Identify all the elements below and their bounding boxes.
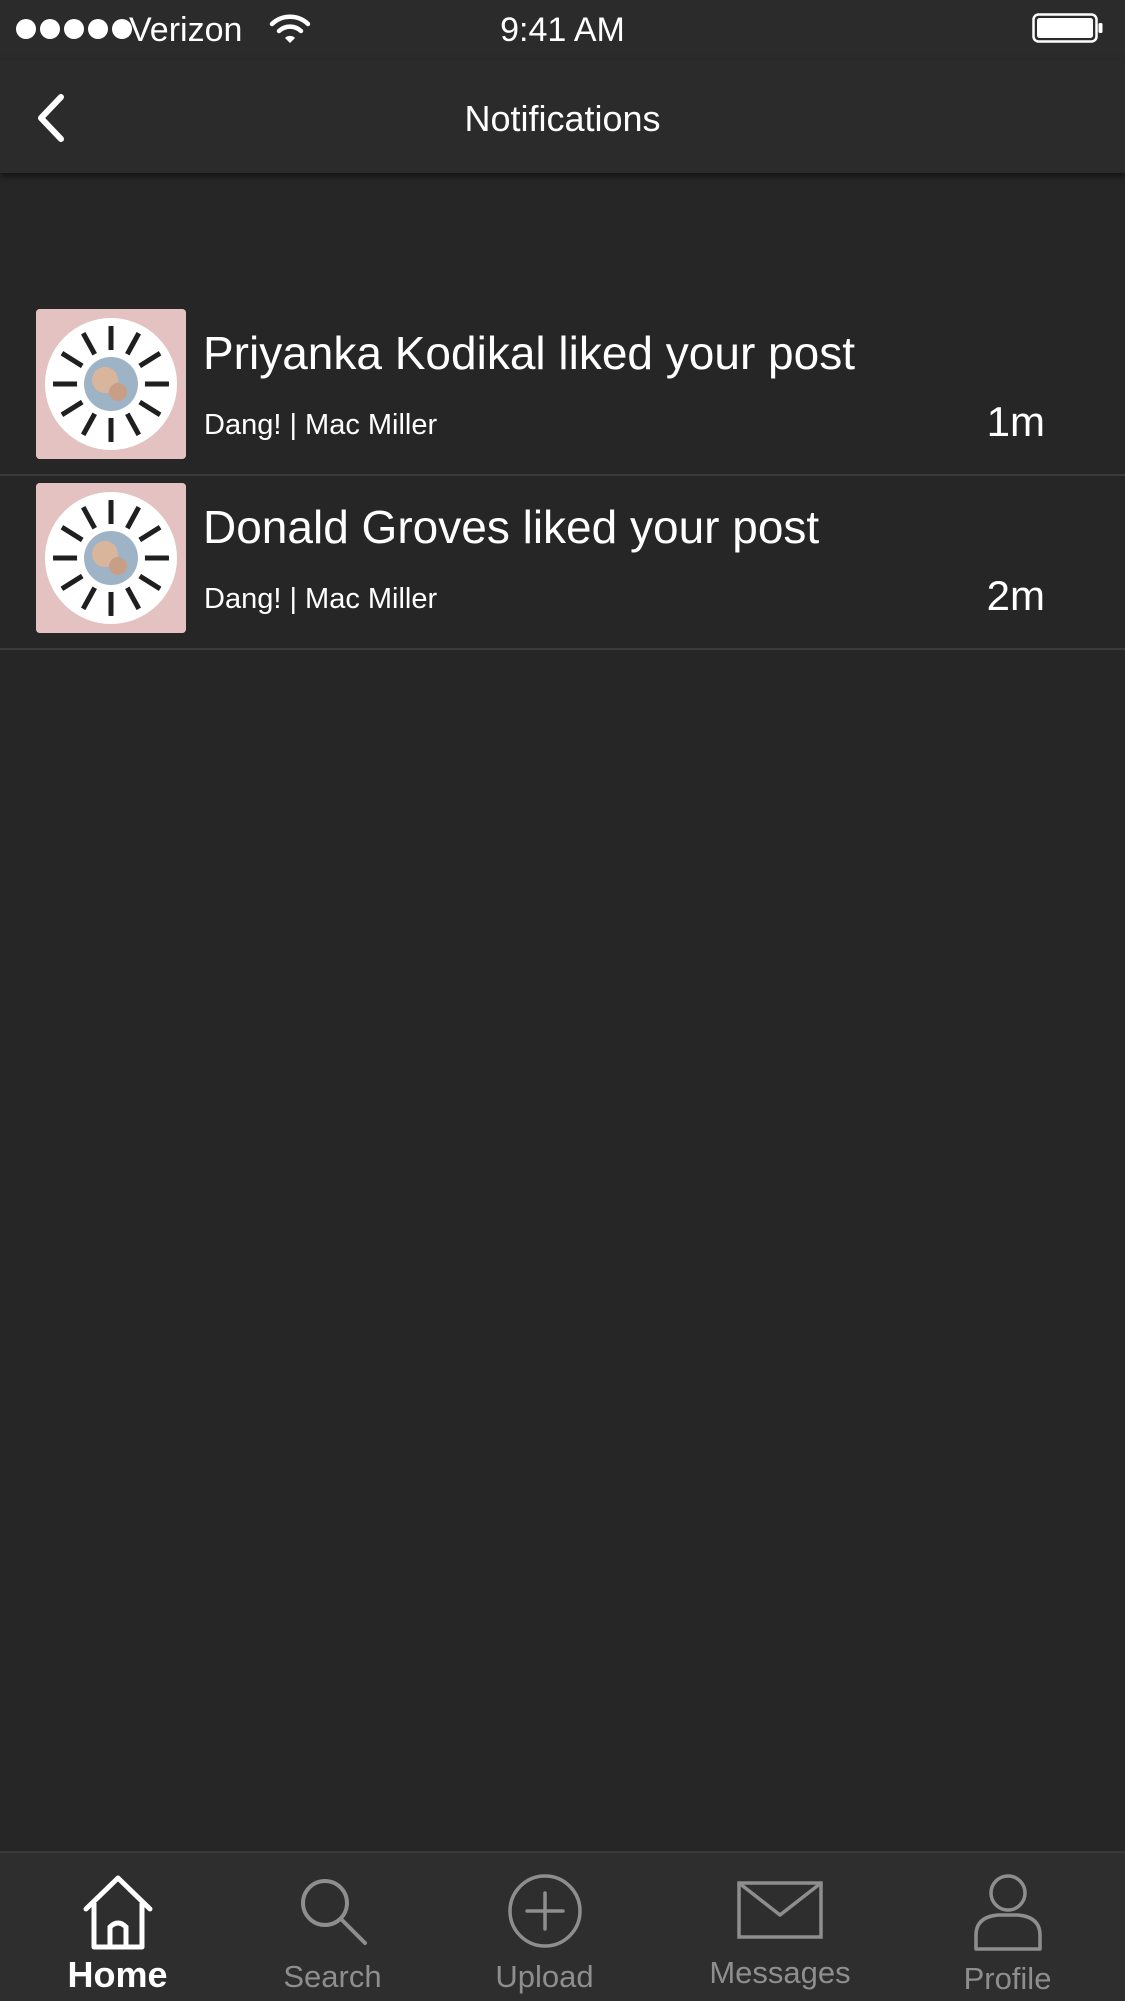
- tab-search-label: Search: [283, 1959, 382, 1994]
- notification-message: Donald Groves liked your post: [203, 501, 820, 553]
- tab-messages[interactable]: Messages: [700, 1853, 860, 2001]
- battery-icon: [1032, 13, 1103, 43]
- profile-icon: [973, 1874, 1042, 1951]
- notification-message: Priyanka Kodikal liked your post: [203, 327, 855, 379]
- tab-profile[interactable]: Profile: [930, 1853, 1085, 2001]
- tab-bar: Home Search Upload Messages Profile: [0, 1851, 1125, 2001]
- notification-list: Priyanka Kodikal liked your post Dang! |…: [0, 302, 1125, 650]
- notification-time: 2m: [986, 572, 1045, 619]
- tab-home[interactable]: Home: [40, 1853, 195, 2001]
- search-icon: [300, 1879, 367, 1945]
- notification-item[interactable]: Priyanka Kodikal liked your post Dang! |…: [0, 302, 1125, 476]
- envelope-icon: [737, 1881, 823, 1939]
- upload-plus-icon: [507, 1874, 582, 1948]
- notification-item[interactable]: Donald Groves liked your post Dang! | Ma…: [0, 476, 1125, 650]
- status-bar: Verizon 9:41 AM: [0, 0, 1125, 60]
- page-title: Notifications: [464, 98, 661, 139]
- tab-messages-label: Messages: [709, 1955, 851, 1990]
- home-icon: [83, 1875, 152, 1950]
- album-art-image: [36, 309, 186, 459]
- tab-profile-label: Profile: [963, 1961, 1052, 1996]
- notification-post-title: Dang! | Mac Miller: [204, 409, 438, 441]
- notification-post-title: Dang! | Mac Miller: [204, 583, 438, 615]
- tab-search[interactable]: Search: [255, 1853, 410, 2001]
- navigation-bar: Notifications: [0, 60, 1125, 173]
- tab-home-label: Home: [67, 1954, 168, 1995]
- album-art-image: [36, 483, 186, 633]
- album-art-thumbnail: [36, 483, 186, 633]
- album-art-thumbnail: [36, 309, 186, 459]
- tab-upload[interactable]: Upload: [467, 1853, 622, 2001]
- status-time: 9:41 AM: [500, 11, 625, 49]
- notifications-screen: Verizon 9:41 AM Notifications Priyanka K…: [0, 0, 1125, 2001]
- notification-time: 1m: [986, 398, 1045, 445]
- tab-upload-label: Upload: [495, 1959, 594, 1994]
